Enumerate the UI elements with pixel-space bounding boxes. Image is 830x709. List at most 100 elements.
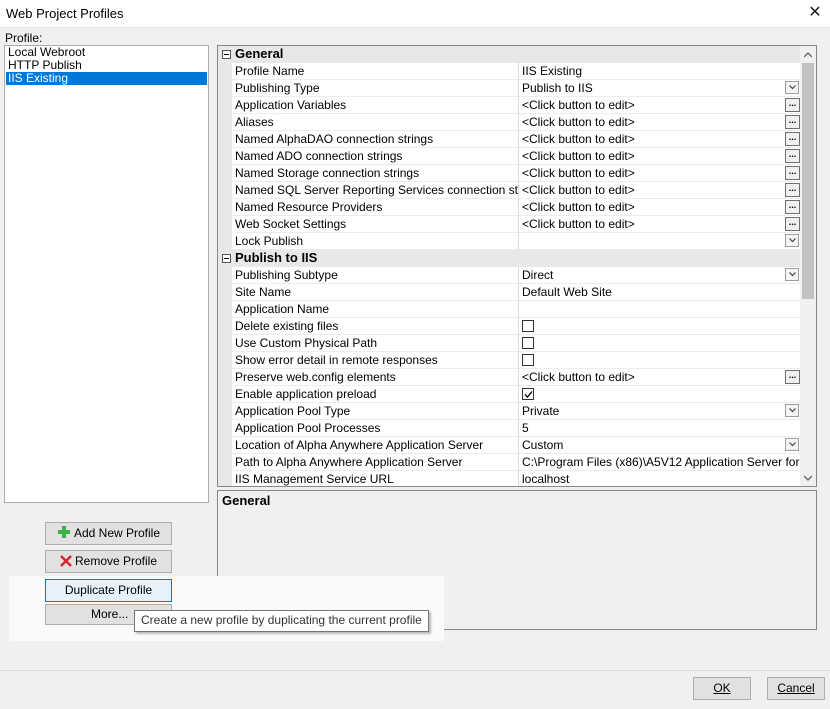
property-row-aliases[interactable]: Aliases <Click button to edit>...: [218, 114, 816, 131]
property-value[interactable]: [519, 318, 801, 335]
category-general[interactable]: General: [218, 46, 816, 63]
property-name[interactable]: Profile Name: [232, 63, 519, 80]
property-value[interactable]: localhost: [519, 471, 801, 486]
property-row-named-alphadao-connection-strings[interactable]: Named AlphaDAO connection strings <Click …: [218, 131, 816, 148]
property-name[interactable]: Publishing Type: [232, 80, 519, 97]
property-name[interactable]: Delete existing files: [232, 318, 519, 335]
property-row-named-sql-server-reporting-services-connection-strings[interactable]: Named SQL Server Reporting Services conn…: [218, 182, 816, 199]
property-name[interactable]: Aliases: [232, 114, 519, 131]
property-name[interactable]: Application Pool Processes: [232, 420, 519, 437]
property-value[interactable]: <Click button to edit>...: [519, 216, 801, 233]
property-value[interactable]: 5: [519, 420, 801, 437]
property-grid[interactable]: General Profile Name IIS Existing Publishin…: [217, 45, 817, 487]
property-checkbox[interactable]: [522, 354, 534, 366]
ellipsis-button[interactable]: ...: [785, 98, 800, 112]
property-value[interactable]: <Click button to edit>...: [519, 182, 801, 199]
property-row-show-error-detail-in-remote-responses[interactable]: Show error detail in remote responses: [218, 352, 816, 369]
dropdown-button[interactable]: [785, 268, 799, 281]
property-row-enable-application-preload[interactable]: Enable application preload: [218, 386, 816, 403]
ellipsis-button[interactable]: ...: [785, 149, 800, 163]
remove-profile-button[interactable]: Remove Profile: [45, 550, 172, 573]
ellipsis-button[interactable]: ...: [785, 132, 800, 146]
property-row-site-name[interactable]: Site Name Default Web Site: [218, 284, 816, 301]
property-row-lock-publish[interactable]: Lock Publish: [218, 233, 816, 250]
property-name[interactable]: Application Variables: [232, 97, 519, 114]
property-row-publishing-subtype[interactable]: Publishing Subtype Direct: [218, 267, 816, 284]
property-value[interactable]: <Click button to edit>...: [519, 148, 801, 165]
property-name[interactable]: Use Custom Physical Path: [232, 335, 519, 352]
property-name[interactable]: Named AlphaDAO connection strings: [232, 131, 519, 148]
property-name[interactable]: Application Name: [232, 301, 519, 318]
property-value[interactable]: Custom: [519, 437, 801, 454]
property-name[interactable]: Enable application preload: [232, 386, 519, 403]
property-value[interactable]: [519, 335, 801, 352]
property-checkbox[interactable]: [522, 320, 534, 332]
profile-list[interactable]: Local Webroot HTTP Publish IIS Existing: [4, 45, 209, 503]
property-row-preserve-web-config-elements[interactable]: Preserve web.config elements <Click butto…: [218, 369, 816, 386]
dropdown-button[interactable]: [785, 404, 799, 417]
property-value[interactable]: <Click button to edit>...: [519, 165, 801, 182]
property-row-application-name[interactable]: Application Name: [218, 301, 816, 318]
property-value[interactable]: <Click button to edit>...: [519, 369, 801, 386]
ellipsis-button[interactable]: ...: [785, 200, 800, 214]
scroll-thumb[interactable]: [802, 63, 814, 299]
ellipsis-button[interactable]: ...: [785, 183, 800, 197]
scroll-down-icon[interactable]: [804, 474, 812, 482]
property-row-application-pool-type[interactable]: Application Pool Type Private: [218, 403, 816, 420]
property-value[interactable]: <Click button to edit>...: [519, 199, 801, 216]
property-name[interactable]: IIS Management Service URL: [232, 471, 519, 486]
property-value[interactable]: [519, 352, 801, 369]
ellipsis-button[interactable]: ...: [785, 166, 800, 180]
property-name[interactable]: Site Name: [232, 284, 519, 301]
add-profile-button[interactable]: Add New Profile: [45, 522, 172, 545]
profile-item-iis-existing[interactable]: IIS Existing: [6, 72, 207, 85]
property-name[interactable]: Show error detail in remote responses: [232, 352, 519, 369]
property-value[interactable]: Direct: [519, 267, 801, 284]
property-value[interactable]: C:\Program Files (x86)\A5V12 Application…: [519, 454, 801, 471]
dropdown-button[interactable]: [785, 81, 799, 94]
property-value[interactable]: <Click button to edit>...: [519, 131, 801, 148]
vertical-scrollbar[interactable]: [800, 46, 816, 486]
property-row-application-variables[interactable]: Application Variables <Click button to ed…: [218, 97, 816, 114]
property-value[interactable]: [519, 233, 801, 250]
dropdown-button[interactable]: [785, 438, 799, 451]
property-row-path-to-alpha-anywhere-application-server[interactable]: Path to Alpha Anywhere Application Serve…: [218, 454, 816, 471]
cancel-button[interactable]: Cancel: [767, 677, 825, 700]
property-name[interactable]: Web Socket Settings: [232, 216, 519, 233]
property-row-profile-name[interactable]: Profile Name IIS Existing: [218, 63, 816, 80]
property-row-named-storage-connection-strings[interactable]: Named Storage connection strings <Click b…: [218, 165, 816, 182]
category-publish-to-iis[interactable]: Publish to IIS: [218, 250, 816, 267]
ok-button[interactable]: OK: [693, 677, 751, 700]
property-row-publishing-type[interactable]: Publishing Type Publish to IIS: [218, 80, 816, 97]
ellipsis-button[interactable]: ...: [785, 370, 800, 384]
property-value[interactable]: [519, 301, 801, 318]
property-checkbox[interactable]: [522, 388, 534, 400]
property-value[interactable]: <Click button to edit>...: [519, 97, 801, 114]
property-row-location-of-alpha-anywhere-application-server[interactable]: Location of Alpha Anywhere Application S…: [218, 437, 816, 454]
property-row-application-pool-processes[interactable]: Application Pool Processes 5: [218, 420, 816, 437]
property-checkbox[interactable]: [522, 337, 534, 349]
property-row-web-socket-settings[interactable]: Web Socket Settings <Click button to edit…: [218, 216, 816, 233]
property-name[interactable]: Publishing Subtype: [232, 267, 519, 284]
property-name[interactable]: Preserve web.config elements: [232, 369, 519, 386]
property-value[interactable]: Publish to IIS: [519, 80, 801, 97]
collapse-icon[interactable]: [222, 50, 231, 59]
scroll-up-icon[interactable]: [804, 51, 812, 59]
property-row-named-resource-providers[interactable]: Named Resource Providers <Click button to…: [218, 199, 816, 216]
property-row-delete-existing-files[interactable]: Delete existing files: [218, 318, 816, 335]
close-icon[interactable]: ✕: [800, 0, 830, 27]
property-value[interactable]: IIS Existing: [519, 63, 801, 80]
property-row-iis-management-service-url[interactable]: IIS Management Service URL localhost: [218, 471, 816, 486]
property-value[interactable]: <Click button to edit>...: [519, 114, 801, 131]
property-name[interactable]: Application Pool Type: [232, 403, 519, 420]
property-name[interactable]: Named Resource Providers: [232, 199, 519, 216]
property-value[interactable]: Private: [519, 403, 801, 420]
property-value[interactable]: [519, 386, 801, 403]
property-name[interactable]: Path to Alpha Anywhere Application Serve…: [232, 454, 519, 471]
ellipsis-button[interactable]: ...: [785, 115, 800, 129]
property-name[interactable]: Location of Alpha Anywhere Application S…: [232, 437, 519, 454]
property-row-use-custom-physical-path[interactable]: Use Custom Physical Path: [218, 335, 816, 352]
property-name[interactable]: Lock Publish: [232, 233, 519, 250]
property-name[interactable]: Named SQL Server Reporting Services conn…: [232, 182, 519, 199]
property-name[interactable]: Named Storage connection strings: [232, 165, 519, 182]
